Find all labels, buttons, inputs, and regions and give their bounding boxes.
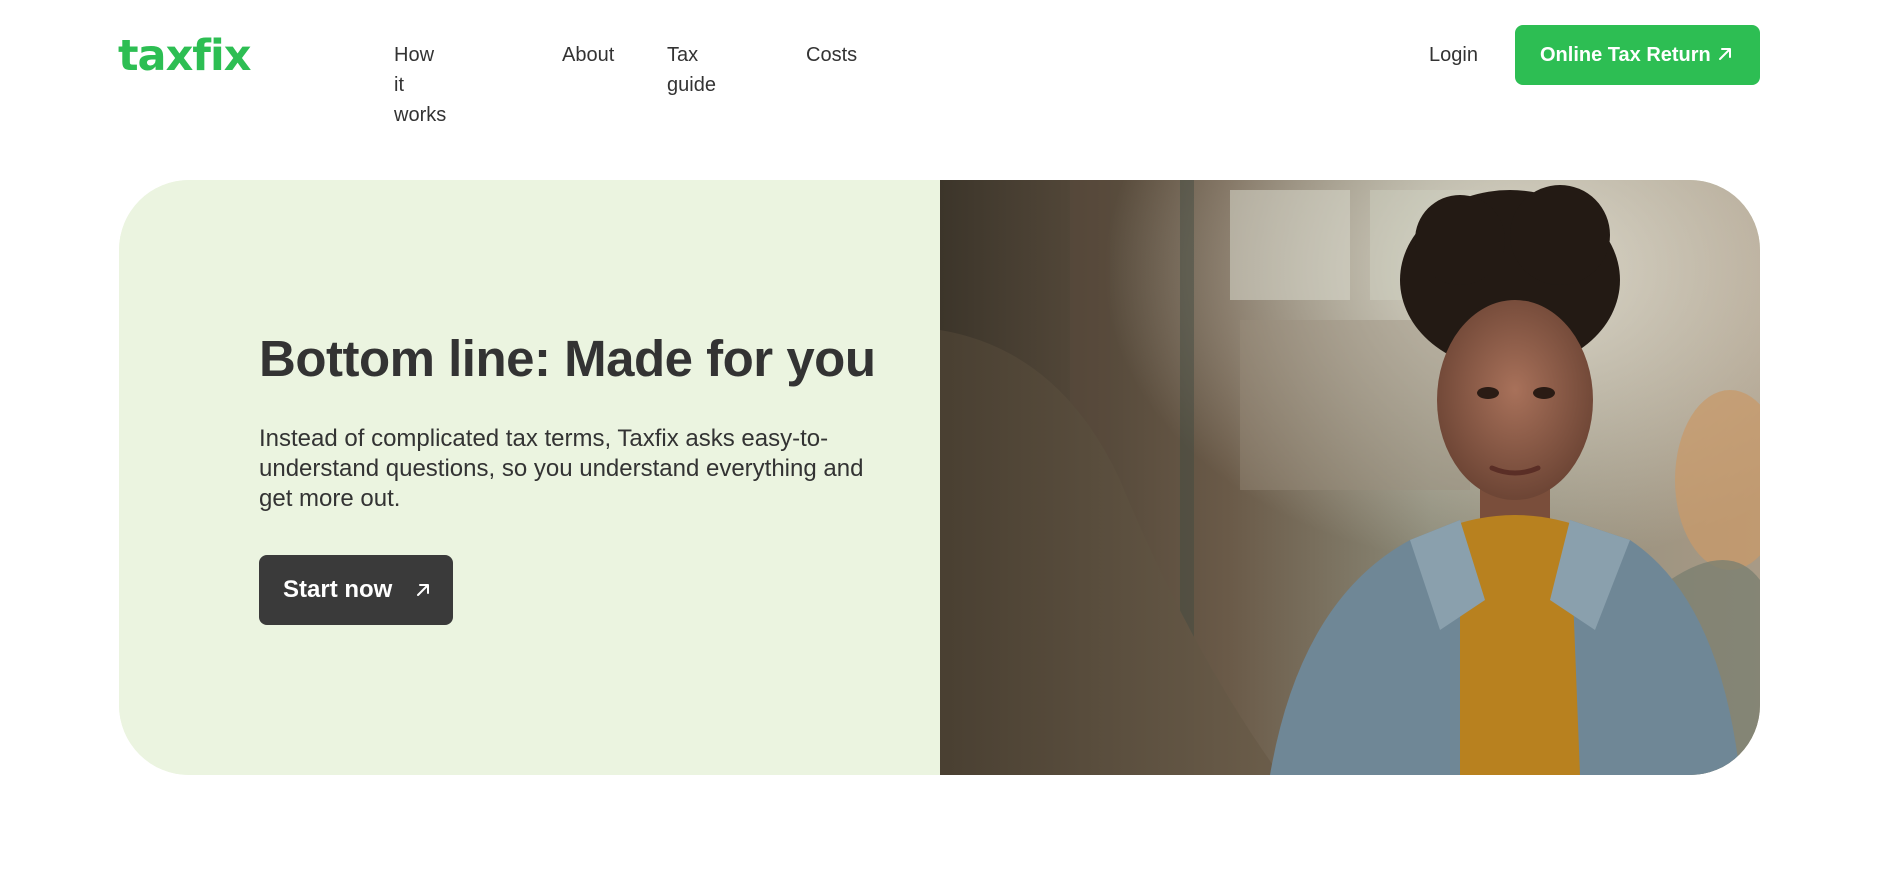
hero-card: Bottom line: Made for you Instead of com…	[119, 180, 1760, 775]
start-now-button[interactable]: Start now	[259, 555, 453, 625]
arrow-up-right-icon	[417, 584, 429, 596]
nav-how-it-works[interactable]: How it works	[394, 40, 446, 130]
arrow-up-right-icon	[1719, 48, 1731, 60]
nav-costs[interactable]: Costs	[806, 40, 857, 70]
start-now-label: Start now	[283, 576, 393, 603]
taxfix-logo[interactable]: taxfix	[118, 30, 251, 82]
woman-in-denim-jacket-photo	[940, 180, 1760, 775]
site-header: taxfix How it works About Tax guide Cost…	[0, 0, 1877, 126]
hero-title: Bottom line: Made for you	[259, 330, 876, 387]
login-link[interactable]: Login	[1429, 40, 1478, 70]
hero-description: Instead of complicated tax terms, Taxfix…	[259, 425, 864, 512]
hero-content: Bottom line: Made for you Instead of com…	[119, 180, 940, 775]
hero-photo	[940, 180, 1760, 775]
online-tax-return-label: Online Tax Return	[1540, 43, 1711, 66]
nav-about[interactable]: About	[562, 40, 614, 70]
online-tax-return-button[interactable]: Online Tax Return	[1515, 25, 1760, 85]
nav-tax-guide[interactable]: Tax guide	[667, 40, 716, 100]
